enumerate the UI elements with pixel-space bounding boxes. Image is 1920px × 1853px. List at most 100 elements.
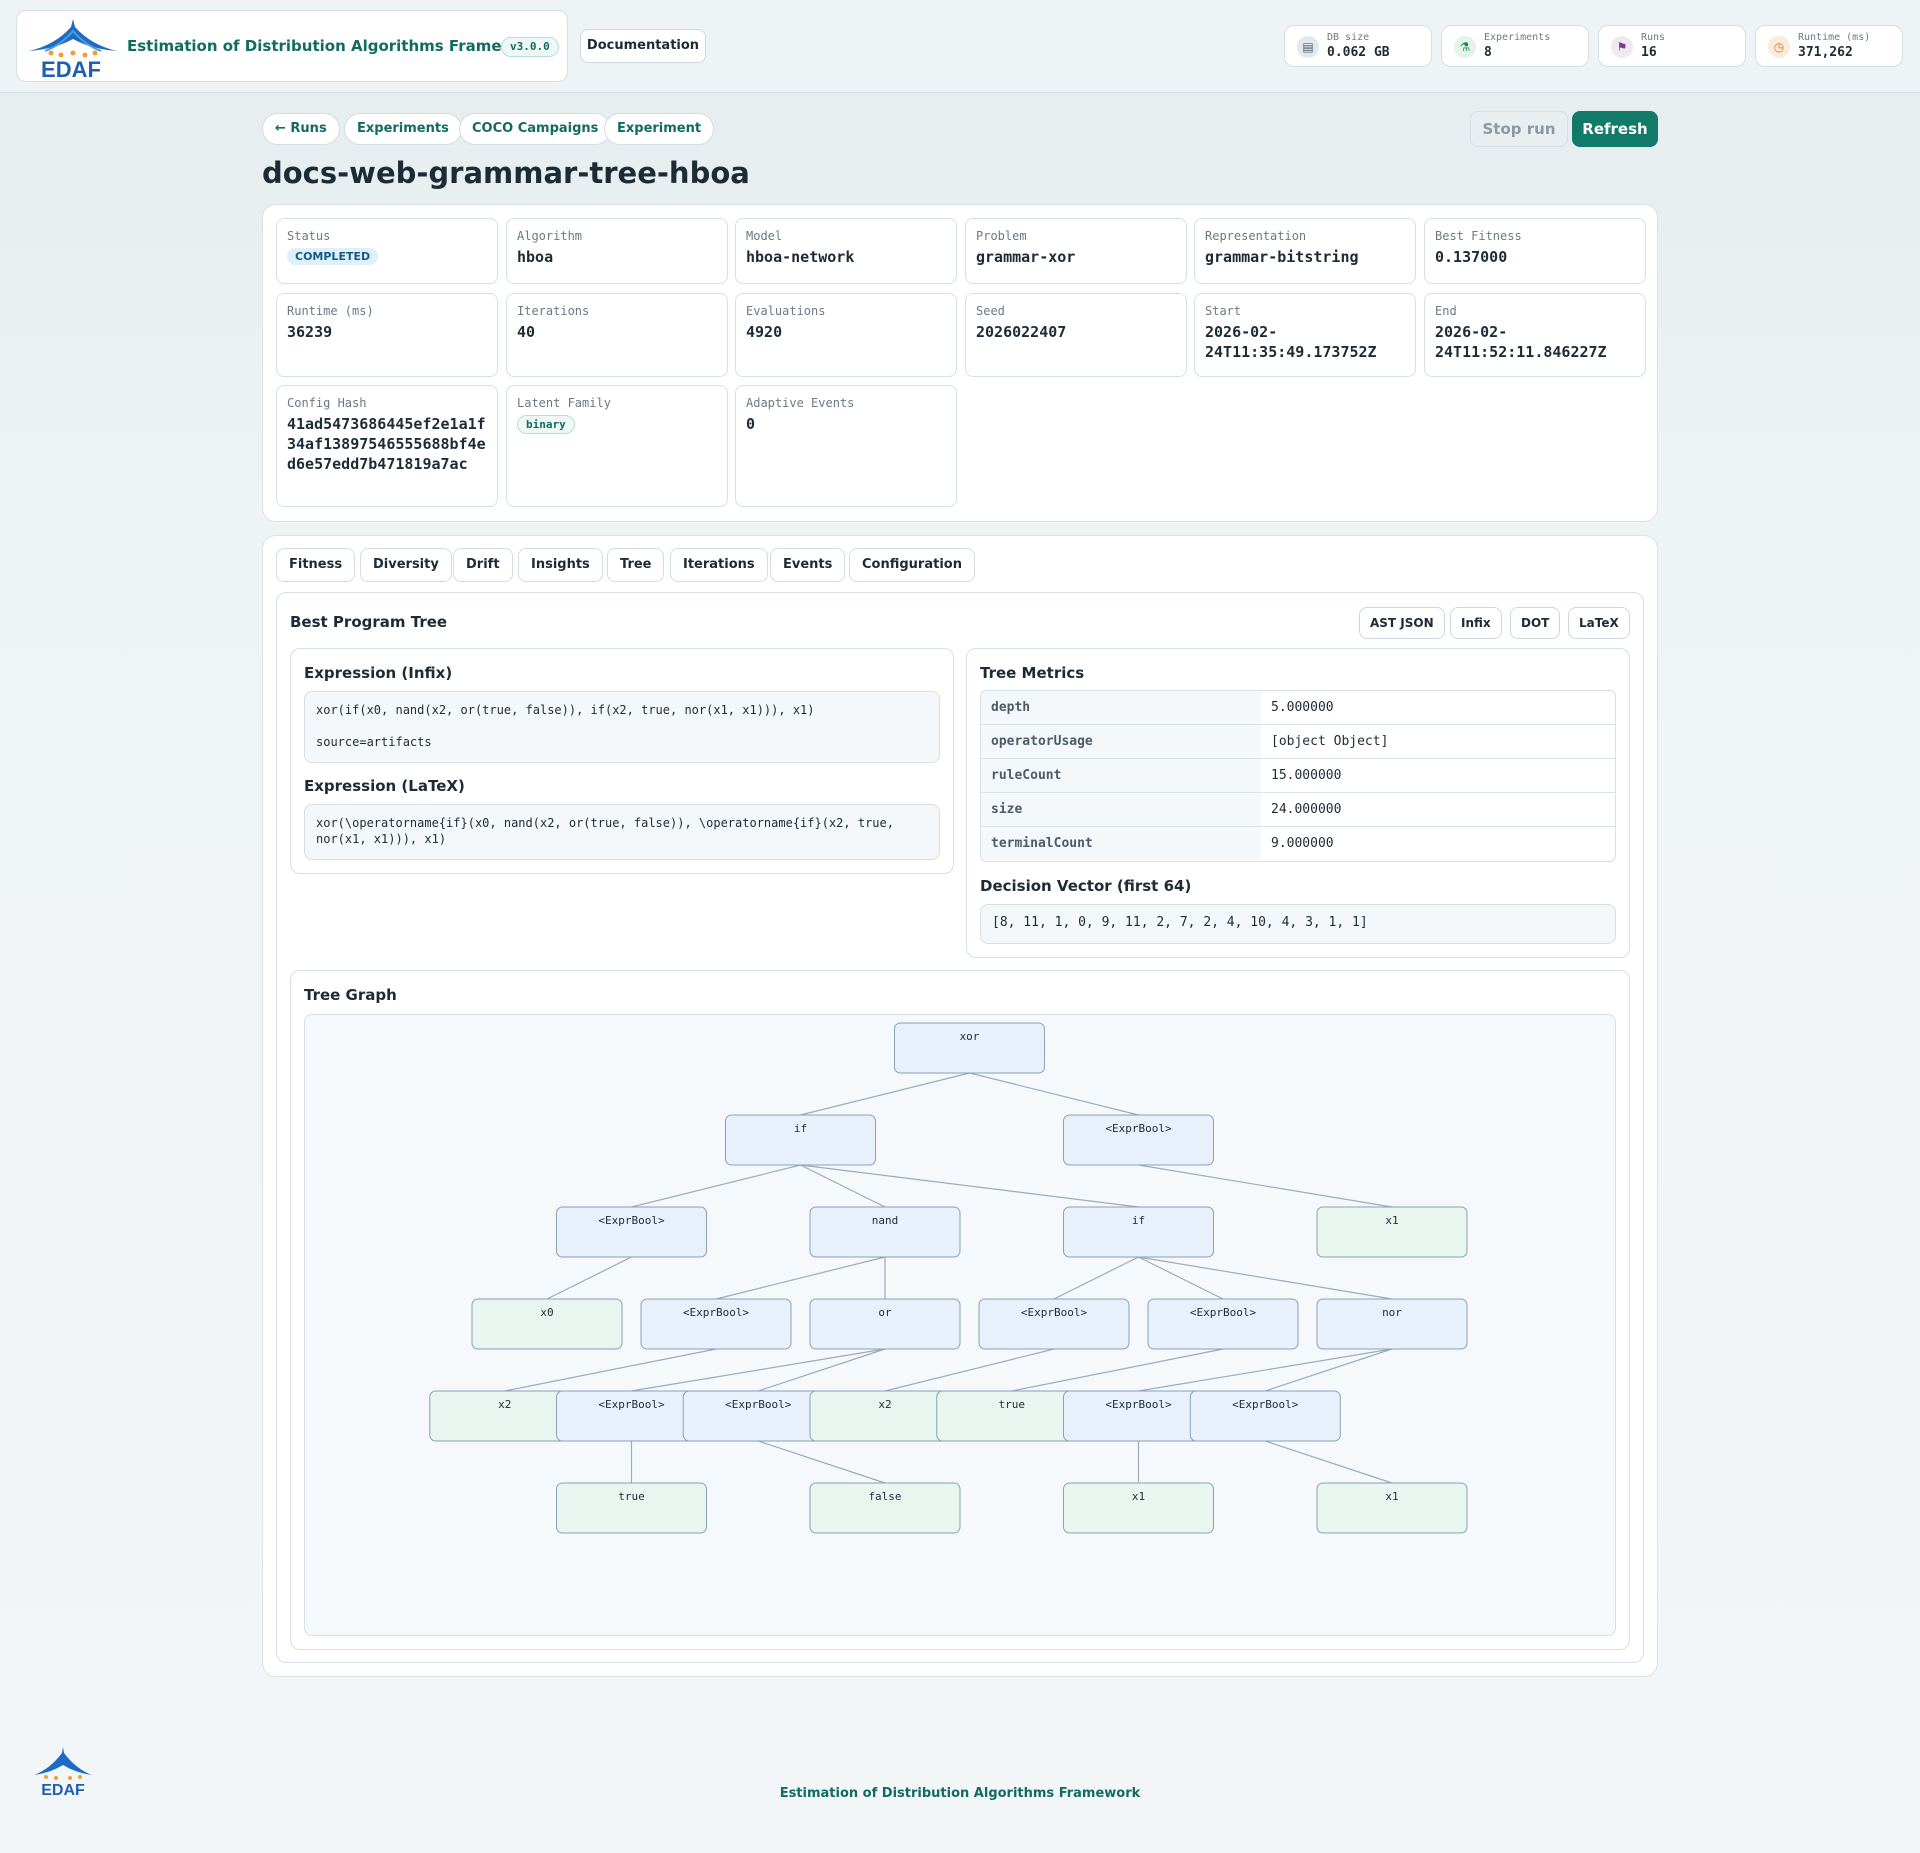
tree-edge bbox=[800, 1164, 886, 1208]
metric-key: size bbox=[981, 793, 1261, 826]
brand-box[interactable]: EDAF Estimation of Distribution Algorith… bbox=[16, 10, 568, 82]
field-value: hboa-network bbox=[746, 248, 855, 266]
metric-row: operatorUsage [object Object] bbox=[981, 725, 1615, 759]
infix-button[interactable]: Infix bbox=[1450, 607, 1502, 639]
infix-text: xor(if(x0, nand(x2, or(true, false)), if… bbox=[316, 703, 815, 717]
metric-row: terminalCount 9.000000 bbox=[981, 827, 1615, 861]
documentation-button[interactable]: Documentation bbox=[580, 29, 706, 63]
tree-node[interactable]: <ExprBool> bbox=[1063, 1114, 1214, 1166]
tree-node[interactable]: <ExprBool> bbox=[1147, 1298, 1299, 1350]
field-latent-family: Latent Family binary bbox=[506, 385, 728, 507]
tree-node-label: x1 bbox=[1385, 1214, 1398, 1227]
tree-node[interactable]: false bbox=[809, 1482, 961, 1534]
tree-node-label: x0 bbox=[540, 1306, 553, 1319]
field-label: Algorithm bbox=[517, 229, 583, 243]
tree-edge bbox=[1053, 1256, 1139, 1300]
tree-edge bbox=[631, 1348, 886, 1392]
tree-node[interactable]: or bbox=[809, 1298, 961, 1350]
database-icon: ▤ bbox=[1297, 36, 1319, 58]
tree-edge bbox=[758, 1440, 886, 1484]
tree-node[interactable]: <ExprBool> bbox=[1189, 1390, 1341, 1442]
field-runtime: Runtime (ms) 36239 bbox=[276, 293, 498, 377]
tab-events[interactable]: Events bbox=[770, 548, 846, 582]
field-value: grammar-xor bbox=[976, 248, 1076, 266]
field-label: Model bbox=[746, 229, 783, 243]
decision-vector: [8, 11, 1, 0, 9, 11, 2, 7, 2, 4, 10, 4, … bbox=[980, 904, 1616, 944]
field-algorithm: Algorithm hboa bbox=[506, 218, 728, 284]
tree-graph-title: Tree Graph bbox=[304, 986, 397, 1004]
tree-node[interactable]: x1 bbox=[1063, 1482, 1214, 1534]
refresh-button[interactable]: Refresh bbox=[1572, 111, 1658, 147]
field-start: Start 2026-02-24T11:35:49.173752Z bbox=[1194, 293, 1416, 377]
field-model: Model hboa-network bbox=[735, 218, 957, 284]
field-adaptive-events: Adaptive Events 0 bbox=[735, 385, 957, 507]
back-to-runs-link[interactable]: ← Runs bbox=[262, 113, 340, 145]
field-evaluations: Evaluations 4920 bbox=[735, 293, 957, 377]
end-value: 2026-02-24T11:52:11.846227Z bbox=[1435, 323, 1607, 361]
tree-metrics-table: depth 5.000000 operatorUsage [object Obj… bbox=[980, 690, 1616, 862]
experiments-link[interactable]: Experiments bbox=[344, 113, 462, 145]
field-label: Latent Family bbox=[517, 396, 611, 410]
tab-diversity[interactable]: Diversity bbox=[360, 548, 452, 582]
stop-run-button[interactable]: Stop run bbox=[1470, 111, 1568, 147]
tree-node-label: nand bbox=[872, 1214, 899, 1227]
stat-label: Runtime (ms) bbox=[1798, 32, 1871, 43]
experiment-link[interactable]: Experiment bbox=[604, 113, 715, 145]
tree-edge bbox=[1138, 1256, 1224, 1300]
field-label: Config Hash bbox=[287, 396, 367, 410]
field-value: 0.137000 bbox=[1435, 248, 1508, 266]
ast-json-button[interactable]: AST JSON bbox=[1359, 607, 1445, 639]
tree-node[interactable]: x1 bbox=[1316, 1482, 1468, 1534]
tree-node[interactable]: if bbox=[1063, 1206, 1214, 1258]
field-label: Adaptive Events bbox=[746, 396, 855, 410]
field-value: 0 bbox=[746, 415, 756, 433]
field-label: Iterations bbox=[517, 304, 590, 318]
version-badge: v3.0.0 bbox=[501, 37, 559, 57]
tree-node[interactable]: x0 bbox=[471, 1298, 623, 1350]
tab-drift[interactable]: Drift bbox=[453, 548, 513, 582]
metric-row: depth 5.000000 bbox=[981, 691, 1615, 725]
tree-node[interactable]: nor bbox=[1316, 1298, 1468, 1350]
tree-edge bbox=[884, 1348, 1055, 1392]
tree-node-label: <ExprBool> bbox=[683, 1306, 750, 1319]
page-title: docs-web-grammar-tree-hboa bbox=[262, 156, 750, 190]
tree-node-label: xor bbox=[960, 1030, 980, 1043]
tree-node-label: <ExprBool> bbox=[1190, 1306, 1257, 1319]
tree-node[interactable]: <ExprBool> bbox=[978, 1298, 1130, 1350]
field-label: Seed bbox=[976, 304, 1005, 318]
tree-node-label: x1 bbox=[1132, 1490, 1145, 1503]
tree-node[interactable]: if bbox=[725, 1114, 876, 1166]
tree-edge bbox=[1138, 1256, 1393, 1300]
tab-insights[interactable]: Insights bbox=[518, 548, 603, 582]
tree-node[interactable]: <ExprBool> bbox=[640, 1298, 792, 1350]
tree-node-label: x2 bbox=[878, 1398, 891, 1411]
tree-node[interactable]: true bbox=[556, 1482, 707, 1534]
metric-key: operatorUsage bbox=[981, 725, 1261, 758]
tab-fitness[interactable]: Fitness bbox=[276, 548, 356, 582]
latent-family-badge: binary bbox=[517, 415, 575, 434]
tree-node[interactable]: nand bbox=[809, 1206, 961, 1258]
field-label: Evaluations bbox=[746, 304, 826, 318]
tab-configuration[interactable]: Configuration bbox=[849, 548, 975, 582]
tree-node[interactable]: <ExprBool> bbox=[556, 1206, 707, 1258]
tab-tree[interactable]: Tree bbox=[607, 548, 665, 582]
tree-node-label: <ExprBool> bbox=[725, 1398, 792, 1411]
latex-button[interactable]: LaTeX bbox=[1568, 607, 1630, 639]
tree-graph-canvas[interactable]: xor if <ExprBool> <ExprBool> nand if x1 x0 <Expr… bbox=[304, 1014, 1616, 1636]
field-value: 4920 bbox=[746, 323, 783, 341]
status-badge: COMPLETED bbox=[287, 248, 379, 265]
tree-edge bbox=[969, 1072, 1139, 1116]
tree-node[interactable]: xor bbox=[894, 1022, 1045, 1074]
stat-label: Experiments bbox=[1484, 32, 1551, 43]
tab-iterations[interactable]: Iterations bbox=[670, 548, 768, 582]
edaf-logo: EDAF bbox=[29, 19, 117, 79]
tree-node[interactable]: x1 bbox=[1316, 1206, 1468, 1258]
coco-campaigns-link[interactable]: COCO Campaigns bbox=[459, 113, 612, 145]
metric-value: 15.000000 bbox=[1271, 768, 1342, 783]
tree-edge bbox=[715, 1256, 886, 1300]
timer-icon: ◷ bbox=[1768, 36, 1790, 58]
tree-node-label: if bbox=[794, 1122, 807, 1135]
dot-button[interactable]: DOT bbox=[1510, 607, 1561, 639]
stat-runtime: ◷ Runtime (ms) 371,262 bbox=[1755, 25, 1903, 67]
latex-title: Expression (LaTeX) bbox=[304, 777, 465, 795]
